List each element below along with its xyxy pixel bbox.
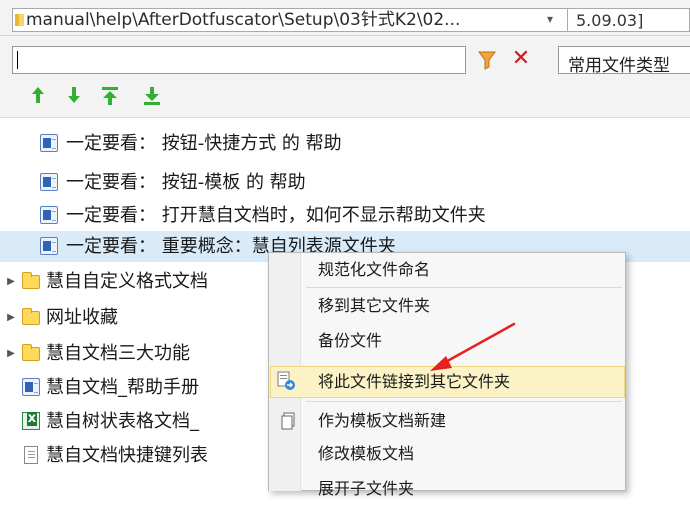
- tree-item[interactable]: 一定要看： 按钮-快捷方式 的 帮助: [0, 128, 690, 159]
- menu-separator: [306, 287, 622, 288]
- menu-item-label: 规范化文件命名: [318, 260, 431, 279]
- text-doc-icon: [24, 446, 38, 464]
- expand-arrow-icon[interactable]: ▶: [6, 266, 16, 297]
- tree-item-label: 一定要看： 打开慧自文档时，如何不显示帮助文件夹: [66, 205, 486, 226]
- tree-item-label: 慧自文档三大功能: [46, 343, 190, 364]
- tree-item[interactable]: 一定要看： 按钮-模板 的 帮助: [0, 167, 690, 198]
- folder-icon: [22, 272, 40, 289]
- path-text: manual\help\AfterDotfuscator\Setup\03针式K…: [26, 10, 461, 30]
- move-down-icon[interactable]: [64, 86, 84, 108]
- menu-item-label: 作为模板文档新建: [318, 411, 447, 430]
- menu-item-label: 展开子文件夹: [318, 479, 415, 498]
- file-type-label: 常用文件类型: [568, 56, 670, 76]
- word-doc-icon: [40, 237, 58, 255]
- tree-item-label: 慧自文档快捷键列表: [46, 445, 208, 466]
- chevron-down-icon[interactable]: ▾: [542, 10, 558, 28]
- menu-item-label: 修改模板文档: [318, 444, 415, 463]
- text-caret: [17, 51, 18, 69]
- expand-arrow-icon[interactable]: ▶: [6, 302, 16, 333]
- tree-item-label: 慧自树状表格文档_: [46, 411, 199, 432]
- tree-item-label: 一定要看： 按钮-快捷方式 的 帮助: [66, 133, 342, 154]
- word-doc-icon: [40, 206, 58, 224]
- link-file-icon: [276, 371, 296, 391]
- move-up-icon[interactable]: [28, 86, 48, 108]
- template-icon: [281, 412, 295, 430]
- tree-item-label: 慧自文档_帮助手册: [46, 377, 199, 398]
- date-text: 5.09.03]: [576, 11, 644, 30]
- word-doc-icon: [40, 134, 58, 152]
- tree-item[interactable]: 一定要看： 打开慧自文档时，如何不显示帮助文件夹: [0, 200, 690, 231]
- annotation-arrow-icon: [430, 322, 516, 371]
- excel-doc-icon: [22, 412, 40, 430]
- tree-item-label: 一定要看： 按钮-模板 的 帮助: [66, 172, 306, 193]
- folder-icon: [22, 344, 40, 361]
- funnel-icon[interactable]: [474, 48, 500, 72]
- move-bottom-icon[interactable]: [142, 86, 162, 108]
- search-input[interactable]: [12, 46, 466, 74]
- move-top-icon[interactable]: [100, 86, 120, 108]
- expand-arrow-icon[interactable]: ▶: [6, 338, 16, 369]
- menu-separator: [306, 401, 622, 402]
- tree-item-label: 慧自自定义格式文档: [46, 271, 208, 292]
- close-icon[interactable]: ✕: [508, 47, 534, 71]
- menu-item-label: 移到其它文件夹: [318, 296, 431, 315]
- tree-item-label: 网址收藏: [46, 307, 118, 328]
- menu-item-label: 备份文件: [318, 331, 383, 350]
- folder-icon: [22, 308, 40, 325]
- word-doc-icon: [40, 173, 58, 191]
- word-doc-icon: [22, 378, 40, 396]
